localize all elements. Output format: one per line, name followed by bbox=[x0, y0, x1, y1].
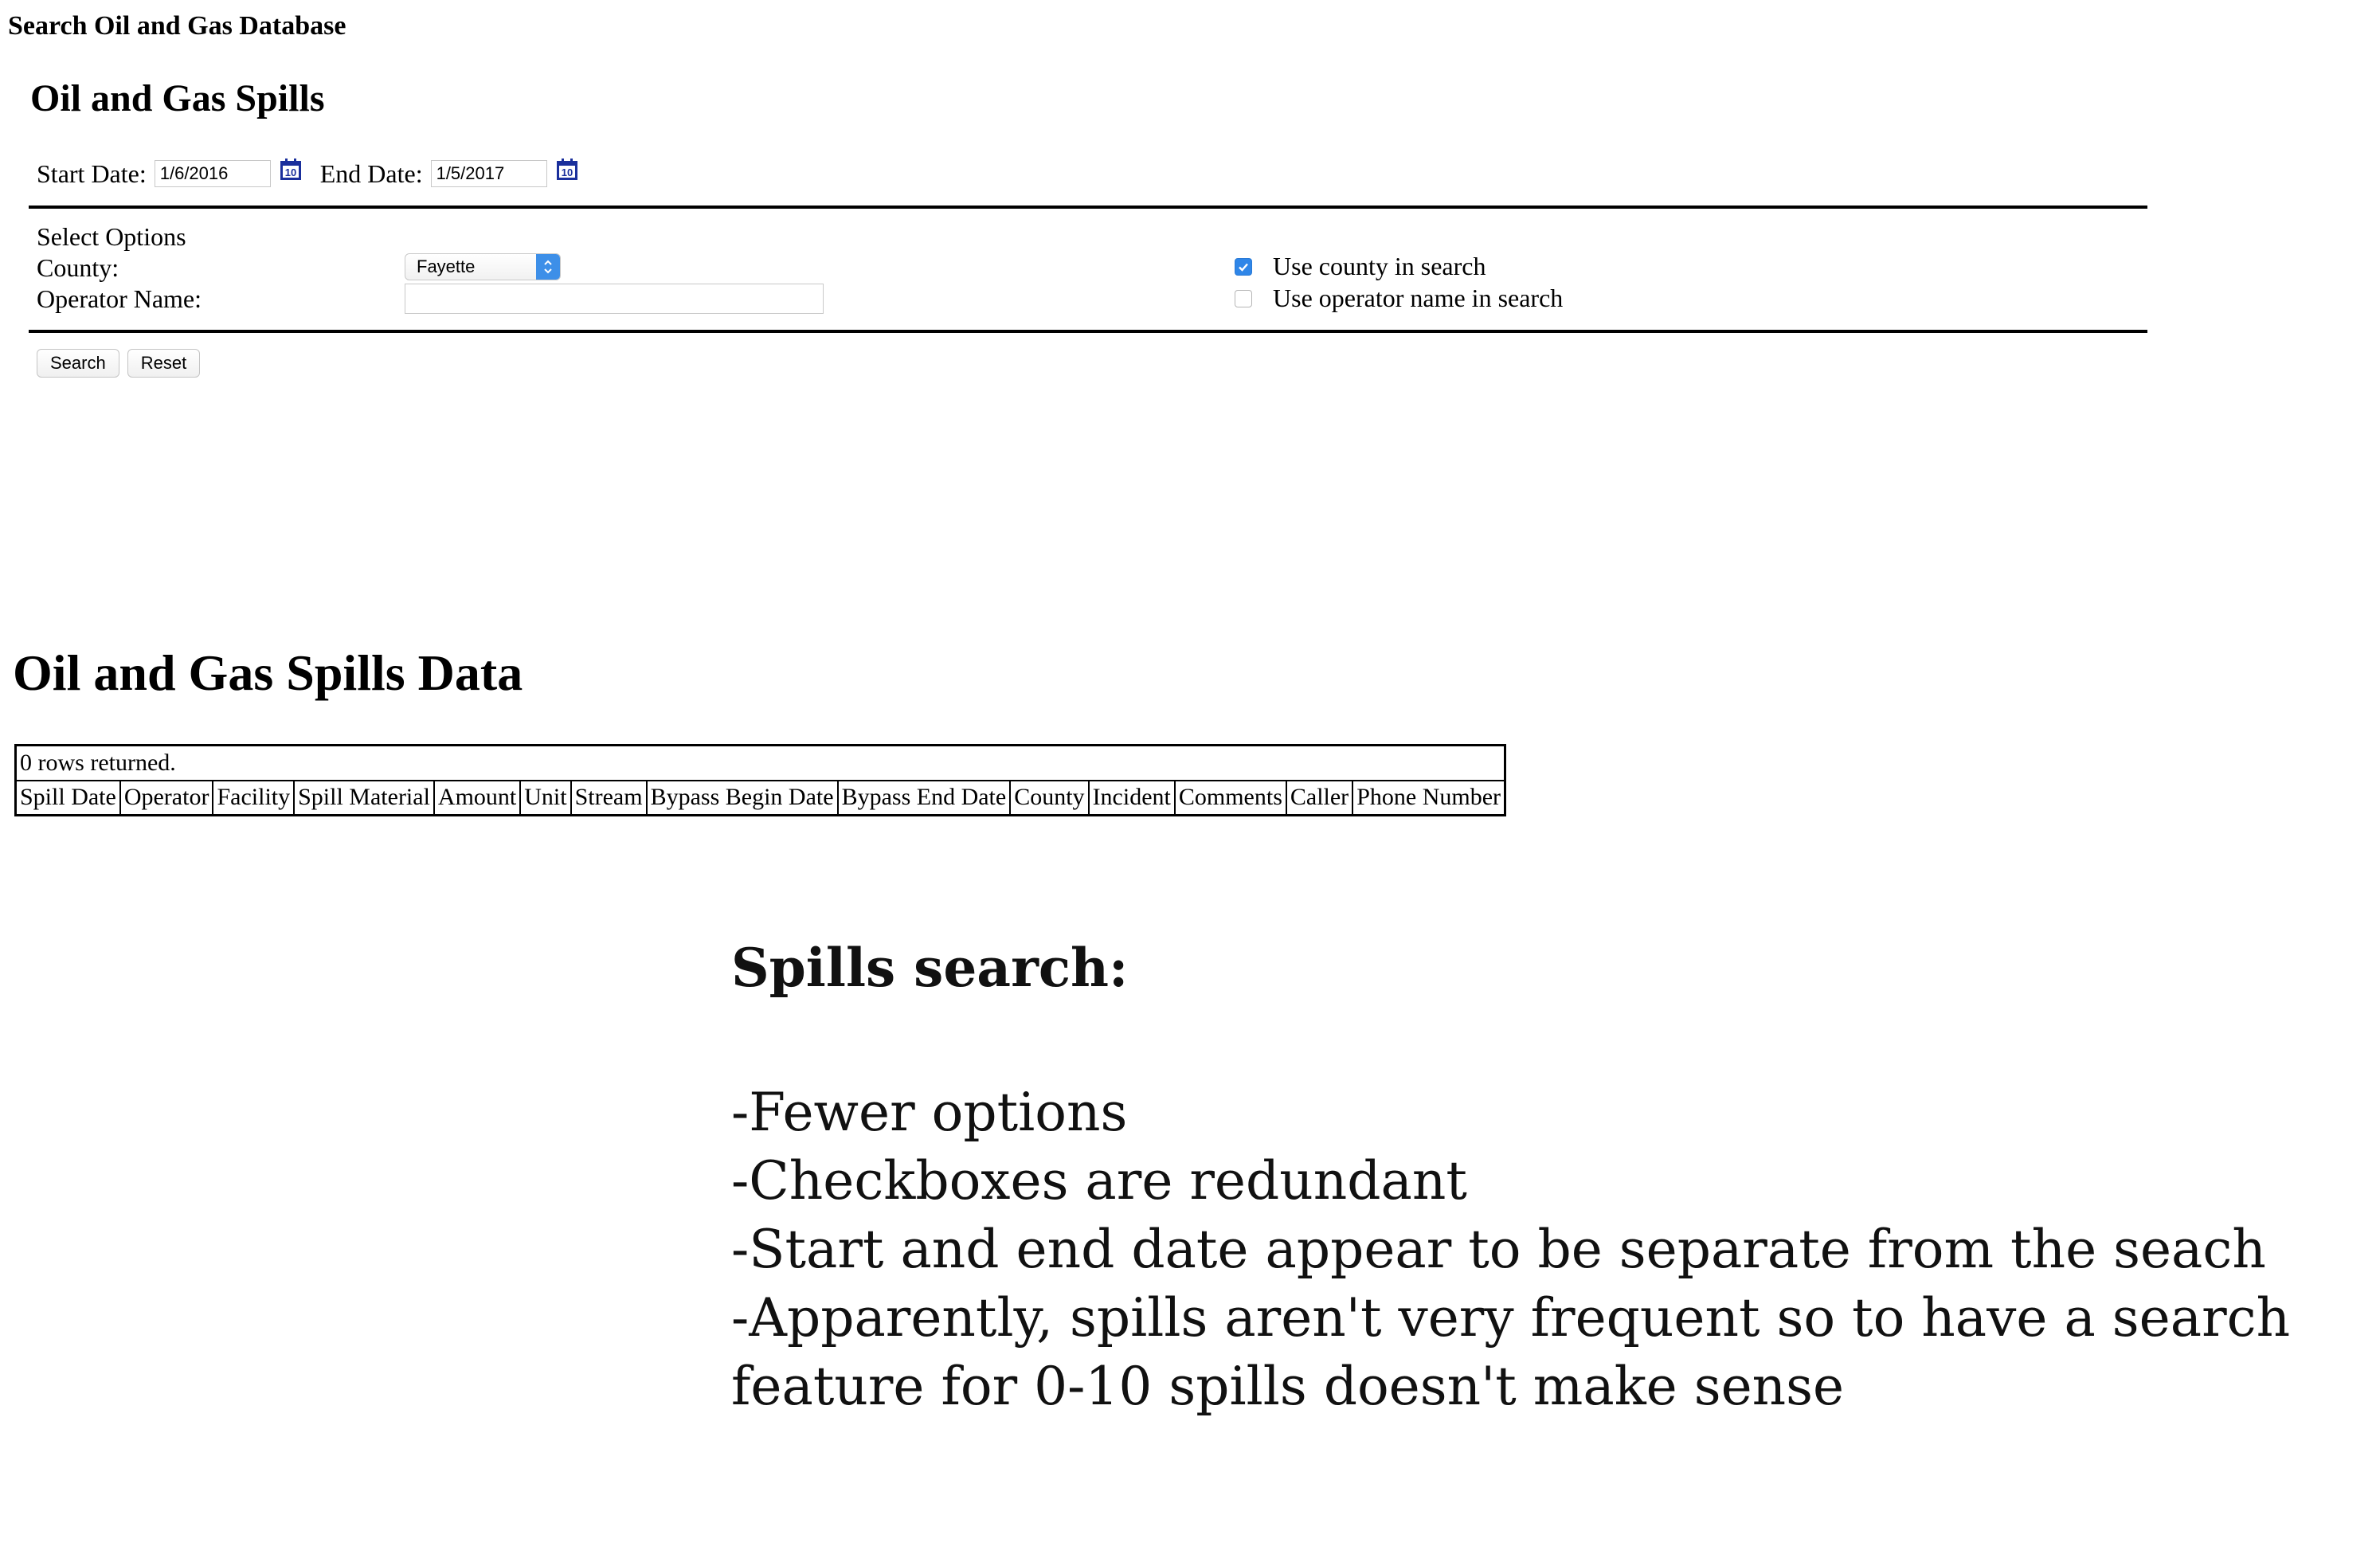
search-button[interactable]: Search bbox=[37, 349, 119, 378]
end-date-input[interactable]: 1/5/2017 bbox=[430, 160, 547, 187]
county-label: County: bbox=[37, 253, 119, 282]
rows-returned-text: 0 rows returned. bbox=[14, 744, 1506, 781]
note-line: -Start and end date appear to be separat… bbox=[731, 1219, 2266, 1280]
select-options-block: Select Options County: Operator Name: bbox=[37, 221, 202, 315]
date-range-row: Start Date: 1/6/2016 10 End Date: 1/5/20… bbox=[37, 156, 579, 191]
column-header: Incident bbox=[1087, 779, 1176, 816]
operator-name-label: Operator Name: bbox=[37, 284, 202, 313]
operator-name-input[interactable] bbox=[405, 284, 824, 314]
use-county-row: Use county in search bbox=[1235, 252, 1486, 281]
column-header: Bypass Begin Date bbox=[645, 779, 839, 816]
select-options-label: Select Options bbox=[37, 222, 186, 251]
svg-text:10: 10 bbox=[285, 166, 296, 178]
select-arrow-icon bbox=[536, 254, 560, 280]
calendar-icon[interactable]: 10 bbox=[555, 158, 579, 182]
start-date-value: 1/6/2016 bbox=[159, 163, 229, 183]
results-title: Oil and Gas Spills Data bbox=[13, 644, 523, 701]
rows-returned-row: 0 rows returned. bbox=[14, 744, 1506, 781]
form-buttons: Search Reset bbox=[37, 349, 201, 378]
use-operator-label: Use operator name in search bbox=[1273, 284, 1564, 312]
note-line: feature for 0-10 spills doesn't make sen… bbox=[731, 1356, 1845, 1417]
use-county-checkbox[interactable] bbox=[1235, 257, 1252, 276]
start-date-input[interactable]: 1/6/2016 bbox=[154, 160, 271, 187]
end-date-label: End Date: bbox=[319, 159, 423, 188]
column-header: Spill Date bbox=[14, 779, 121, 816]
column-header: Stream bbox=[570, 779, 648, 816]
results-table: 0 rows returned. Spill Date Operator Fac… bbox=[14, 744, 1506, 816]
notes-title: Spills search: bbox=[731, 937, 1129, 999]
note-line: -Checkboxes are redundant bbox=[731, 1150, 1467, 1212]
note-line: -Fewer options bbox=[731, 1082, 1128, 1143]
use-county-label: Use county in search bbox=[1273, 252, 1486, 280]
column-header: Caller bbox=[1285, 779, 1354, 816]
divider-bottom bbox=[29, 330, 2147, 333]
use-operator-checkbox[interactable] bbox=[1235, 289, 1252, 307]
column-header: Facility bbox=[212, 779, 296, 816]
column-header: Amount bbox=[433, 779, 522, 816]
checkmark-icon bbox=[1239, 263, 1248, 272]
column-header: Operator bbox=[119, 779, 214, 816]
divider-top bbox=[29, 206, 2147, 209]
start-date-label: Start Date: bbox=[37, 159, 147, 188]
use-operator-row: Use operator name in search bbox=[1235, 284, 1563, 313]
end-date-value: 1/5/2017 bbox=[436, 163, 505, 183]
county-select-value: Fayette bbox=[417, 256, 476, 276]
county-select[interactable]: Fayette bbox=[405, 253, 561, 280]
column-header: County bbox=[1009, 779, 1090, 816]
reset-button[interactable]: Reset bbox=[127, 349, 201, 378]
page-header: Search Oil and Gas Database bbox=[8, 11, 346, 41]
svg-text:10: 10 bbox=[561, 166, 572, 178]
column-header: Phone Number bbox=[1352, 779, 1506, 816]
column-header: Unit bbox=[519, 779, 572, 816]
note-line: -Apparently, spills aren't very frequent… bbox=[731, 1287, 2291, 1349]
column-header: Spill Material bbox=[293, 779, 435, 816]
header-row: Spill Date Operator Facility Spill Mater… bbox=[14, 779, 1506, 816]
calendar-icon[interactable]: 10 bbox=[279, 158, 303, 182]
column-header: Comments bbox=[1173, 779, 1287, 816]
column-header: Bypass End Date bbox=[836, 779, 1012, 816]
review-notes: Spills search: -Fewer options -Checkboxe… bbox=[731, 934, 2290, 1421]
form-title: Oil and Gas Spills bbox=[30, 77, 325, 119]
